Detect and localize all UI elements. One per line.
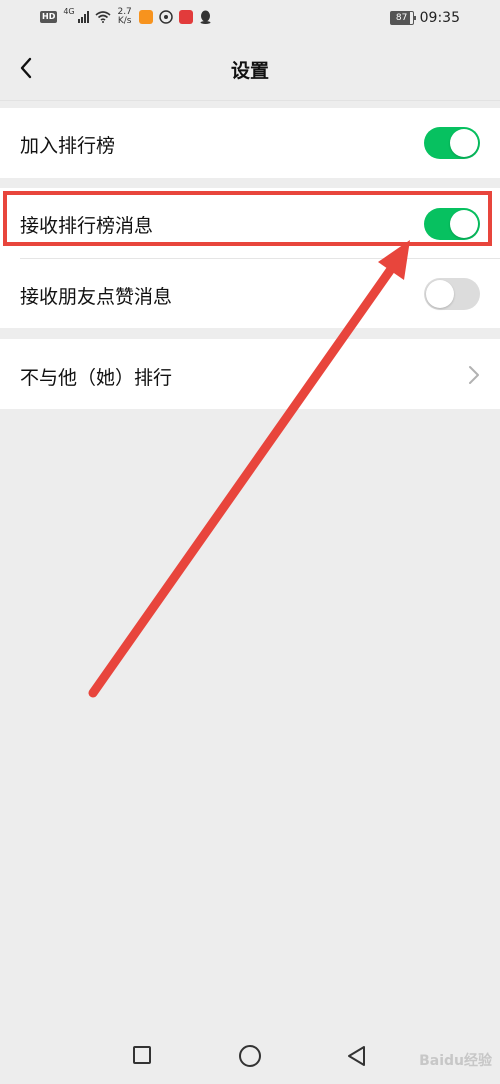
setting-label: 接收朋友点赞消息 (20, 286, 173, 308)
status-right: 87 09:35 (389, 10, 460, 26)
recent-apps-icon[interactable] (133, 1046, 151, 1064)
home-icon[interactable] (239, 1045, 261, 1067)
system-nav-bar: Baidu经验 (0, 1028, 500, 1084)
setting-label: 加入排行榜 (20, 135, 116, 157)
network-type: 4G (63, 7, 75, 16)
status-bar: HD 4G 2.7 K/s 87 09:35 (0, 0, 500, 38)
watermark: Baidu经验 (419, 1053, 492, 1069)
setting-label: 接收排行榜消息 (20, 215, 154, 237)
signal-icon (77, 11, 89, 23)
video-app-icon (138, 10, 153, 24)
leaderboard-message-toggle[interactable] (424, 208, 480, 240)
qq-icon (200, 10, 211, 24)
notification-settings-group: 接收排行榜消息 接收朋友点赞消息 (0, 188, 500, 328)
wifi-icon (95, 11, 111, 23)
navigation-bar: 设置 (0, 38, 500, 101)
toggle-knob (450, 129, 478, 157)
network-speed: 2.7 K/s (117, 8, 133, 26)
browser-app-icon (158, 10, 173, 24)
page-title: 设置 (230, 60, 269, 82)
toggle-knob (426, 280, 454, 308)
battery-icon: 87 (389, 11, 416, 25)
setting-join-leaderboard: 加入排行榜 (0, 108, 500, 178)
setting-label: 不与他（她）排行 (20, 367, 173, 389)
toggle-knob (450, 210, 478, 238)
status-left: HD 4G 2.7 K/s (40, 8, 212, 26)
shopping-app-icon (178, 10, 193, 24)
like-message-toggle[interactable] (424, 278, 480, 310)
back-triangle-icon[interactable] (345, 1044, 367, 1068)
status-time: 09:35 (419, 10, 460, 26)
speed-unit: K/s (117, 16, 132, 26)
join-leaderboard-toggle[interactable] (424, 127, 480, 159)
chevron-right-icon (469, 366, 479, 384)
hd-badge: HD (40, 11, 58, 23)
divider (20, 258, 500, 259)
setting-exclude-ranking[interactable]: 不与他（她）排行 (0, 339, 500, 409)
